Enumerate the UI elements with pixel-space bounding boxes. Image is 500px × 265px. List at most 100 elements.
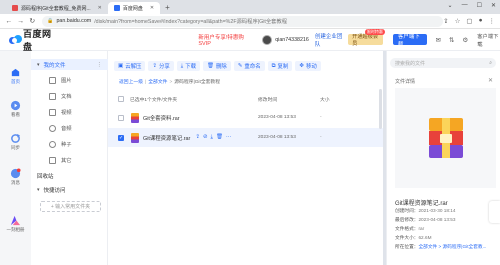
star-icon[interactable]: ☆ [455,17,461,25]
rail-label: 首页 [11,79,20,84]
lock-icon: 🔒 [47,18,54,24]
nav-item-videos[interactable]: 视频 [31,106,108,118]
url-input[interactable]: 🔒 pan.baidu.com/disk/main?from=homeSave#… [42,15,444,27]
share-button[interactable]: ⇪ 分享 [148,61,174,71]
breadcrumb-all-files[interactable]: 全部文件 [148,80,167,85]
row-checkbox-checked[interactable]: ✓ [118,134,124,141]
add-quick-access-button[interactable]: + 输入常用文件夹 [40,201,101,212]
rail-item-album[interactable]: 一刻相册 [0,215,31,233]
download-button[interactable]: ⤓ 下载 [176,61,201,71]
scrollbar[interactable] [379,89,382,129]
audio-icon [49,124,56,132]
search-icon[interactable]: ⌕ [489,60,492,66]
row-checkbox[interactable] [118,114,124,121]
minimize-icon[interactable]: — [462,2,468,9]
meta-format: 文件格式：rar [395,226,425,231]
rail-item-home[interactable]: 首页 [0,67,31,85]
user-menu[interactable]: qian74338216 [262,34,309,45]
message-icon [10,168,21,179]
profile-icon[interactable]: ● [479,17,483,25]
chevron-down-icon[interactable]: ⌄ [448,2,453,9]
nav-item-images[interactable]: 图片 [31,74,108,86]
nav-my-files[interactable]: ▾ 我的文件 ⋮ [31,59,108,70]
open-svip-button[interactable]: 开通超级会员 限时特惠 [348,29,385,47]
delete-icon: 🗑 [207,63,215,69]
menu-icon[interactable]: ⋮ [489,17,496,25]
mail-icon[interactable]: ✉ [436,36,441,44]
forward-icon[interactable]: → [15,18,27,25]
meta-created: 创建时间：2021-03-30 18:14 [395,208,456,213]
sync-icon [11,133,21,143]
move-icon: ✥ [299,63,304,69]
client-download-text[interactable]: 客户端下载 [477,32,500,48]
more-icon[interactable]: ⋯ [226,134,232,141]
doc-icon [49,92,56,100]
file-name[interactable]: Git课程资源笔记.rar [143,134,190,142]
link-icon[interactable]: ⊘ [203,134,208,141]
move-button[interactable]: ✥ 移动 [295,61,321,71]
back-icon[interactable]: ← [3,18,15,25]
share-icon[interactable]: ⇪ [195,134,200,141]
unzip-button[interactable]: ▣ 云解压 [114,61,146,71]
nav-item-other[interactable]: 其它 [31,154,108,166]
download-icon[interactable]: ⤓ [211,134,213,141]
extensions-icon[interactable]: ▢ [466,17,472,25]
close-tab-icon[interactable]: ✕ [150,5,154,11]
detail-filename: Git课程资源笔记.rar [395,201,448,207]
icon-rail: 首页 看看 同步 消息 一刻相册 [0,51,31,265]
new-tab-icon[interactable]: + [160,2,175,14]
toolbar-label: 移动 [305,64,317,70]
close-tab-icon[interactable]: ✕ [98,5,102,11]
copy-button[interactable]: ⧉ 复制 [267,61,293,71]
meta-size: 文件大小：62.6M [395,235,432,240]
client-download-button[interactable]: 客户端下载 [392,34,427,48]
select-all-checkbox[interactable] [118,96,124,102]
table-header: 已选中1个文件/文件夹 修改时间 大小 [108,94,383,104]
rail-item-watch[interactable]: 看看 [0,100,31,118]
breadcrumb-back[interactable]: 返回上一级 [119,80,143,85]
delete-button[interactable]: 🗑 删除 [203,61,231,71]
table-row[interactable]: Git全套资料.rar 2023-04-08 13:53 - [108,108,383,127]
column-header-size[interactable]: 大小 [320,96,330,103]
address-bar: ← → ↻ 🔒 pan.baidu.com/disk/main?from=hom… [0,14,500,29]
maximize-icon[interactable]: ☐ [477,2,482,9]
more-icon[interactable]: ⋮ [97,62,103,68]
avatar [262,34,273,45]
file-date: 2023-04-08 13:53 [258,135,296,140]
logo[interactable]: 百度网盘 [9,27,55,53]
browser-actions: ⇪ ☆ ▢ ● ⋮ [443,17,495,25]
nav-item-audio[interactable]: 音频 [31,122,108,134]
browser-tab[interactable]: 源码程序|Git全套教程_免费网... ✕ [6,2,108,14]
transfer-icon[interactable]: ⇅ [449,36,454,44]
rename-button[interactable]: ✎ 重命名 [233,61,265,71]
username: qian74338216 [275,36,309,43]
close-window-icon[interactable]: ✕ [491,2,496,9]
rail-item-sync[interactable]: 同步 [0,133,31,151]
promo-link[interactable]: 新用户专享!特惠购SVIP [198,33,248,47]
nav-item-seeds[interactable]: 种子 [31,138,108,150]
delete-icon[interactable]: 🗑 [216,134,223,141]
search-input[interactable]: 搜索我的文件 ⌕ [390,58,496,68]
close-icon[interactable]: ✕ [488,77,493,84]
file-date: 2023-04-08 13:53 [258,115,296,120]
share-icon[interactable]: ⇪ [443,17,448,25]
reload-icon[interactable]: ↻ [26,17,38,25]
location-link[interactable]: 全部文件 > 源码程序|Git全套教... [418,244,486,249]
settings-icon[interactable]: ⚙ [462,36,468,44]
create-team-link[interactable]: 创建企业团队 [315,32,343,48]
rename-icon: ✎ [237,63,243,69]
floating-helper-tab[interactable] [489,201,500,223]
nav-quick-access[interactable]: ▾ 快捷访问 [31,184,108,195]
file-detail-panel: 搜索我的文件 ⌕ 文件详情 ✕ Git课程资源笔记.rar 创建时间：2021-… [386,51,500,265]
tab-favicon-icon [12,5,18,11]
column-header-date[interactable]: 修改时间 [258,96,277,103]
logo-text: 百度网盘 [23,28,52,52]
rail-item-messages[interactable]: 消息 [0,168,31,186]
rail-label: 同步 [11,145,20,150]
browser-tab-active[interactable]: 百度网盘 ✕ [107,2,161,14]
nav-recycle-bin[interactable]: 回收站 [37,172,54,180]
table-row-selected[interactable]: ✓ Git课程资源笔记.rar ⇪ ⊘ ⤓ 🗑 ⋯ 2023-04-08 13:… [108,128,383,147]
nav-item-docs[interactable]: 文档 [31,90,108,102]
file-size: - [320,115,322,120]
file-name[interactable]: Git全套资料.rar [143,114,180,122]
